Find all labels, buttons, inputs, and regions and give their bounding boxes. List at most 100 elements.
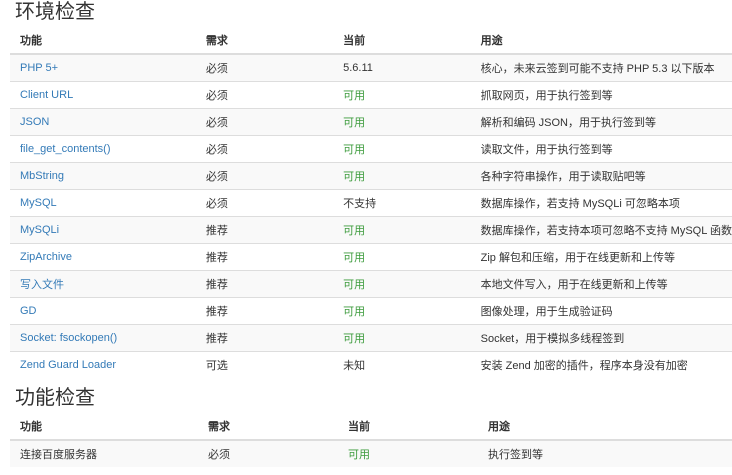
requirement-cell-text: 必须 xyxy=(205,63,228,75)
requirement-cell: 推荐 xyxy=(195,297,334,325)
table-row: MySQL 必须 不支持 数据库操作，若支持 MySQLi 可忽略本项 xyxy=(10,189,732,217)
current-status-cell: 可用 xyxy=(333,216,471,244)
requirement-cell-text: 推荐 xyxy=(205,225,228,237)
current-status-cell-text: 可用 xyxy=(343,144,366,156)
requirement-cell-text: 必须 xyxy=(208,449,230,461)
header-current: 当前 xyxy=(338,413,478,441)
usage-cell: 核心，未来云签到可能不支持 PHP 5.3 以下版本 xyxy=(470,53,732,82)
usage-cell-text: 读取文件，用于执行签到等 xyxy=(480,144,613,156)
usage-cell-text: 安装 Zend 加密的插件，程序本身没有加密 xyxy=(480,360,688,372)
feature-name-text[interactable]: JSON xyxy=(20,116,49,128)
current-status-cell: 可用 xyxy=(333,81,471,109)
feature-name[interactable]: MbString xyxy=(10,162,196,190)
usage-cell-text: Socket，用于模拟多线程签到 xyxy=(480,333,625,345)
requirement-cell: 推荐 xyxy=(195,324,334,352)
requirement-cell: 必须 xyxy=(195,53,334,82)
current-status-cell-text: 未知 xyxy=(343,360,366,372)
feature-name[interactable]: Socket: fsockopen() xyxy=(10,324,196,352)
current-status-cell: 5.6.11 xyxy=(333,53,471,82)
header-current: 当前 xyxy=(333,27,471,55)
requirement-cell: 推荐 xyxy=(195,243,334,271)
usage-cell-text: 数据库操作，若支持 MySQLi 可忽略本项 xyxy=(480,198,680,210)
feature-name-text[interactable]: Client URL xyxy=(20,89,73,101)
table-header-row: 功能 需求 当前 用途 xyxy=(10,27,732,55)
feature-name-text[interactable]: MySQL xyxy=(20,197,57,209)
env-check-title: 环境检查 xyxy=(15,1,95,23)
usage-cell-text: 抓取网页，用于执行签到等 xyxy=(480,90,613,102)
usage-cell: Socket，用于模拟多线程签到 xyxy=(470,324,732,352)
current-status-cell-text: 可用 xyxy=(343,306,366,318)
requirement-cell: 可选 xyxy=(195,351,334,378)
func-check-table: 功能 需求 当前 用途 连接百度服务器 必须 可用 执行签到等 xyxy=(10,413,732,467)
current-status-cell: 可用 xyxy=(333,243,471,271)
feature-name[interactable]: 写入文件 xyxy=(10,270,196,298)
header-feature: 功能 xyxy=(10,27,196,55)
header-usage: 用途 xyxy=(470,27,732,55)
feature-name-text[interactable]: file_get_contents() xyxy=(20,143,111,155)
current-status-cell-text: 不支持 xyxy=(343,198,377,210)
header-requirement: 需求 xyxy=(195,27,334,55)
feature-name[interactable]: MySQLi xyxy=(10,216,196,244)
table-row: PHP 5+ 必须 5.6.11 核心，未来云签到可能不支持 PHP 5.3 以下版本 xyxy=(10,53,732,82)
current-status-cell-text: 可用 xyxy=(343,279,366,291)
requirement-cell-text: 必须 xyxy=(205,90,228,102)
header-requirement: 需求 xyxy=(198,413,338,441)
requirement-cell: 必须 xyxy=(195,162,334,190)
usage-cell-text: 核心，未来云签到可能不支持 PHP 5.3 以下版本 xyxy=(480,63,715,75)
feature-name-text[interactable]: 写入文件 xyxy=(20,279,64,291)
requirement-cell-text: 推荐 xyxy=(205,279,228,291)
feature-name-text[interactable]: ZipArchive xyxy=(20,251,72,263)
requirement-cell: 推荐 xyxy=(195,270,334,298)
usage-cell: 图像处理，用于生成验证码 xyxy=(470,297,732,325)
feature-name[interactable]: MySQL xyxy=(10,189,196,217)
requirement-cell: 必须 xyxy=(195,189,334,217)
feature-name-text[interactable]: Zend Guard Loader xyxy=(20,359,116,371)
feature-name-text[interactable]: Socket: fsockopen() xyxy=(20,332,117,344)
current-status-cell: 可用 xyxy=(333,270,471,298)
current-status-cell: 可用 xyxy=(333,162,471,190)
requirement-cell: 必须 xyxy=(195,135,334,163)
table-row: GD 推荐 可用 图像处理，用于生成验证码 xyxy=(10,297,732,325)
table-row: 连接百度服务器 必须 可用 执行签到等 xyxy=(10,439,732,467)
table-row: 写入文件 推荐 可用 本地文件写入，用于在线更新和上传等 xyxy=(10,270,732,298)
table-row: Zend Guard Loader 可选 未知 安装 Zend 加密的插件，程序本身没… xyxy=(10,351,732,378)
current-status-cell-text: 可用 xyxy=(348,449,370,461)
feature-name[interactable]: file_get_contents() xyxy=(10,135,196,163)
feature-name[interactable]: PHP 5+ xyxy=(10,53,196,82)
feature-name[interactable]: ZipArchive xyxy=(10,243,196,271)
table-row: file_get_contents() 必须 可用 读取文件，用于执行签到等 xyxy=(10,135,732,163)
requirement-cell-text: 推荐 xyxy=(205,252,228,264)
current-status-cell-text: 可用 xyxy=(343,171,366,183)
requirement-cell-text: 必须 xyxy=(205,117,228,129)
requirement-cell-text: 必须 xyxy=(205,144,228,156)
feature-name[interactable]: Zend Guard Loader xyxy=(10,351,196,378)
usage-cell-text: Zip 解包和压缩，用于在线更新和上传等 xyxy=(480,252,675,264)
current-status-cell: 不支持 xyxy=(333,189,471,217)
usage-cell: 抓取网页，用于执行签到等 xyxy=(470,81,732,109)
feature-name[interactable]: Client URL xyxy=(10,81,196,109)
current-status-cell-text: 5.6.11 xyxy=(343,62,373,74)
usage-cell: Zip 解包和压缩，用于在线更新和上传等 xyxy=(470,243,732,271)
feature-name-text[interactable]: MySQLi xyxy=(20,224,59,236)
feature-name-text[interactable]: MbString xyxy=(20,170,64,182)
feature-name[interactable]: GD xyxy=(10,297,196,325)
usage-cell-text: 数据库操作，若支持本项可忽略不支持 MySQL 函数 xyxy=(480,225,732,237)
usage-cell-text: 执行签到等 xyxy=(488,449,543,461)
requirement-cell-text: 必须 xyxy=(205,171,228,183)
feature-name-text[interactable]: PHP 5+ xyxy=(20,62,58,74)
requirement-cell: 必须 xyxy=(198,439,338,467)
requirement-cell: 必须 xyxy=(195,108,334,136)
requirement-cell: 必须 xyxy=(195,81,334,109)
table-row: JSON 必须 可用 解析和编码 JSON，用于执行签到等 xyxy=(10,108,732,136)
header-feature: 功能 xyxy=(10,413,198,441)
usage-cell: 安装 Zend 加密的插件，程序本身没有加密 xyxy=(470,351,732,378)
feature-name: 连接百度服务器 xyxy=(10,439,198,467)
usage-cell-text: 图像处理，用于生成验证码 xyxy=(480,306,613,318)
feature-name-text[interactable]: GD xyxy=(20,305,37,317)
current-status-cell: 可用 xyxy=(333,135,471,163)
current-status-cell: 可用 xyxy=(333,324,471,352)
header-usage: 用途 xyxy=(478,413,732,441)
table-row: MySQLi 推荐 可用 数据库操作，若支持本项可忽略不支持 MySQL 函数 xyxy=(10,216,732,244)
current-status-cell-text: 可用 xyxy=(343,90,366,102)
feature-name[interactable]: JSON xyxy=(10,108,196,136)
